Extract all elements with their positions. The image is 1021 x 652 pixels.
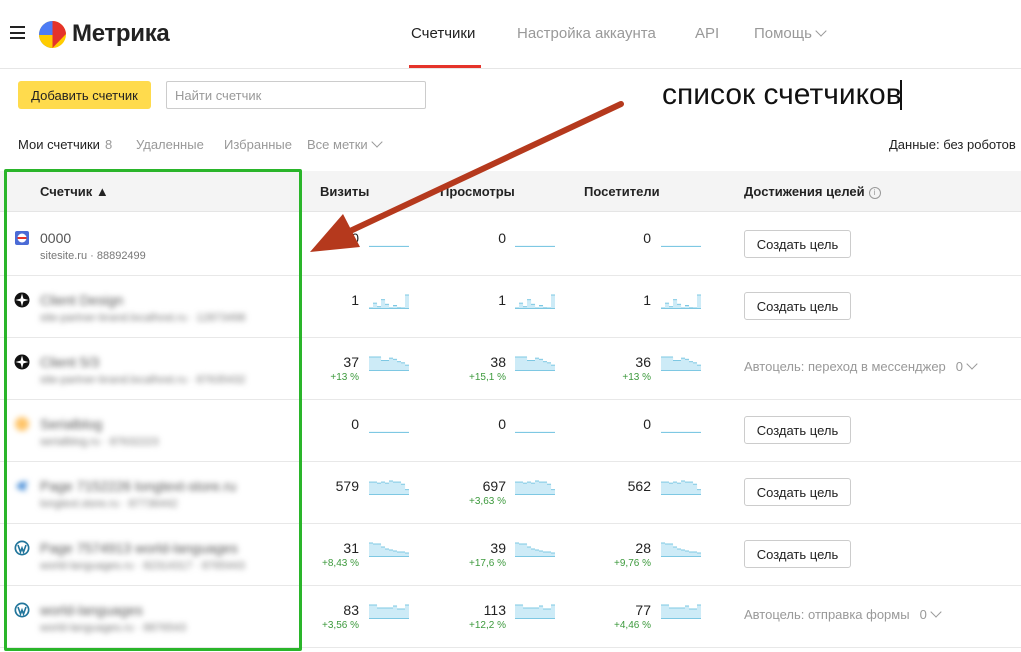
sparkline xyxy=(369,294,409,309)
text-cursor xyxy=(900,80,902,110)
visitors-delta: +4,46 % xyxy=(614,620,651,631)
sparkline xyxy=(369,542,409,557)
column-goals[interactable]: Достижения целей i xyxy=(744,184,881,200)
sparkline xyxy=(515,542,555,557)
sparkline xyxy=(515,245,555,247)
visits-value: 0 xyxy=(351,230,359,246)
visits-value: 1 xyxy=(351,292,359,308)
sparkline xyxy=(661,294,701,309)
sparkline xyxy=(515,294,555,309)
sparkline xyxy=(369,245,409,247)
logo-text[interactable]: Метрика xyxy=(72,20,170,48)
visits-delta: +8,43 % xyxy=(322,558,359,569)
filter-my-counters-label: Мои счетчики xyxy=(18,137,100,152)
views-delta: +17,6 % xyxy=(469,558,506,569)
column-goals-label: Достижения целей xyxy=(744,184,865,199)
views-value: 38 xyxy=(490,354,506,370)
filter-my-counters-count: 8 xyxy=(104,137,113,152)
create-goal-button[interactable]: Создать цель xyxy=(744,540,851,568)
tab-api[interactable]: API xyxy=(695,25,719,42)
active-tab-underline xyxy=(409,65,481,68)
create-goal-button[interactable]: Создать цель xyxy=(744,478,851,506)
sparkline xyxy=(369,604,409,619)
views-delta: +3,63 % xyxy=(469,496,506,507)
auto-goal-label: Автоцель: переход в мессенджер xyxy=(744,359,946,374)
visitors-value: 0 xyxy=(643,230,651,246)
filter-deleted[interactable]: Удаленные xyxy=(136,137,204,152)
filter-favorites[interactable]: Избранные xyxy=(224,137,292,152)
visits-delta: +3,56 % xyxy=(322,620,359,631)
sparkline xyxy=(369,431,409,433)
search-counter-input[interactable] xyxy=(166,81,426,109)
column-visitors[interactable]: Посетители xyxy=(584,184,660,199)
info-icon[interactable]: i xyxy=(868,187,881,199)
visitors-value: 1 xyxy=(643,292,651,308)
visitors-delta: +13 % xyxy=(622,372,651,383)
metrika-logo-icon[interactable] xyxy=(39,21,66,48)
sparkline xyxy=(661,245,701,247)
header: Метрика Счетчики Настройка аккаунта API … xyxy=(0,0,1021,69)
create-goal-button[interactable]: Создать цель xyxy=(744,230,851,258)
auto-goal-count: 0 xyxy=(955,359,964,374)
auto-goal[interactable]: Автоцель: переход в мессенджер 0 xyxy=(744,358,978,374)
visits-value: 31 xyxy=(343,540,359,556)
annotation-label: список счетчиков xyxy=(662,78,902,111)
auto-goal[interactable]: Автоцель: отправка формы 0 xyxy=(744,606,942,622)
chevron-down-icon xyxy=(930,606,942,618)
views-delta: +12,2 % xyxy=(469,620,506,631)
chevron-down-icon xyxy=(815,25,827,37)
sparkline xyxy=(515,604,555,619)
sparkline xyxy=(369,356,409,371)
sparkline xyxy=(661,604,701,619)
filter-tags-label: Все метки xyxy=(307,137,368,152)
visits-value: 579 xyxy=(335,478,359,494)
visitors-delta: +9,76 % xyxy=(614,558,651,569)
sparkline xyxy=(369,480,409,495)
annotation-frame xyxy=(4,169,302,651)
tab-help[interactable]: Помощь xyxy=(754,25,827,42)
create-goal-button[interactable]: Создать цель xyxy=(744,292,851,320)
views-value: 697 xyxy=(482,478,506,494)
sparkline xyxy=(515,431,555,433)
column-views[interactable]: Просмотры xyxy=(440,184,515,199)
sparkline xyxy=(661,431,701,433)
visits-value: 83 xyxy=(343,602,359,618)
tab-counters[interactable]: Счетчики xyxy=(411,25,475,42)
auto-goal-count: 0 xyxy=(919,607,927,622)
visitors-value: 28 xyxy=(635,540,651,556)
menu-icon[interactable] xyxy=(10,26,25,39)
views-value: 1 xyxy=(498,292,506,308)
views-delta: +15,1 % xyxy=(469,372,506,383)
column-visits[interactable]: Визиты xyxy=(320,184,369,199)
views-value: 0 xyxy=(498,230,506,246)
sparkline xyxy=(661,356,701,371)
filter-tags[interactable]: Все метки xyxy=(307,136,383,152)
views-value: 113 xyxy=(483,602,506,618)
visits-value: 37 xyxy=(343,354,359,370)
data-filter[interactable]: Данные: без роботов xyxy=(889,137,1016,152)
visitors-value: 36 xyxy=(635,354,651,370)
visitors-value: 562 xyxy=(627,478,651,494)
tab-account-settings[interactable]: Настройка аккаунта xyxy=(517,25,656,42)
filter-my-counters[interactable]: Мои счетчики 8 xyxy=(18,137,112,152)
sparkline xyxy=(515,480,555,495)
visits-value: 0 xyxy=(351,416,359,432)
chevron-down-icon xyxy=(370,136,383,148)
views-value: 39 xyxy=(490,540,506,556)
sparkline xyxy=(661,480,701,495)
tab-help-label: Помощь xyxy=(754,25,812,42)
create-goal-button[interactable]: Создать цель xyxy=(744,416,851,444)
visitors-value: 0 xyxy=(643,416,651,432)
visitors-value: 77 xyxy=(635,602,651,618)
visits-delta: +13 % xyxy=(330,372,359,383)
sparkline xyxy=(515,356,555,371)
views-value: 0 xyxy=(498,416,506,432)
add-counter-button[interactable]: Добавить счетчик xyxy=(18,81,151,109)
auto-goal-label: Автоцель: отправка формы xyxy=(744,607,910,622)
sparkline xyxy=(661,542,701,557)
chevron-down-icon xyxy=(966,358,978,370)
